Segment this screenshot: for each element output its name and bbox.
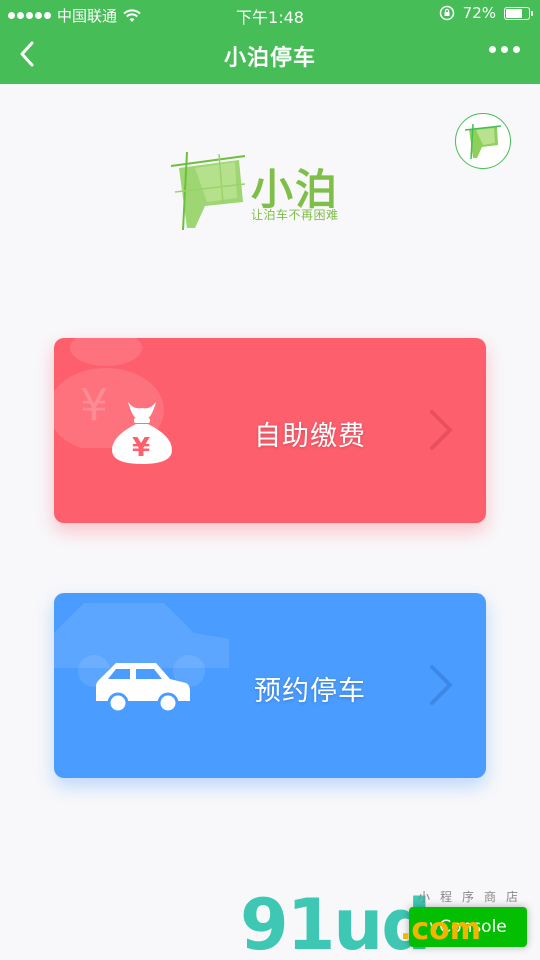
rotation-lock-icon (439, 5, 454, 21)
site-watermark-suffix: .com (400, 912, 482, 947)
more-dots-icon (489, 46, 496, 53)
svg-text:¥: ¥ (132, 433, 150, 463)
battery-percent: 72% (462, 4, 496, 22)
reserve-parking-card[interactable]: 预约停车 (54, 593, 486, 778)
chevron-right-icon (430, 410, 453, 450)
more-button[interactable] (489, 46, 520, 53)
status-bar: 中国联通 下午1:48 72% (0, 0, 540, 28)
site-watermark-subtitle: 小程序商店 (418, 890, 529, 904)
battery-icon (504, 6, 533, 20)
nav-bar: 小泊停车 (0, 28, 540, 84)
app-logo: 小泊 让泊车不再困难 (165, 148, 365, 233)
self-payment-card[interactable]: ¥ ¥ 自助缴费 (54, 338, 486, 523)
logo-flag-icon (464, 123, 502, 160)
self-payment-label: 自助缴费 (254, 421, 366, 452)
svg-text:¥: ¥ (80, 380, 108, 431)
reserve-parking-label: 预约停车 (254, 676, 366, 707)
logo-flag-icon (170, 151, 246, 231)
status-right: 72% (439, 4, 533, 22)
profile-badge[interactable] (455, 113, 511, 169)
page-title: 小泊停车 (223, 46, 316, 71)
car-icon (96, 663, 190, 713)
header: 中国联通 下午1:48 72% 小泊停车 (0, 0, 540, 84)
logo-slogan: 让泊车不再困难 (251, 208, 339, 222)
money-bag-icon: ¥ (112, 402, 172, 464)
battery-fill (506, 8, 522, 18)
chevron-right-icon (430, 665, 453, 705)
